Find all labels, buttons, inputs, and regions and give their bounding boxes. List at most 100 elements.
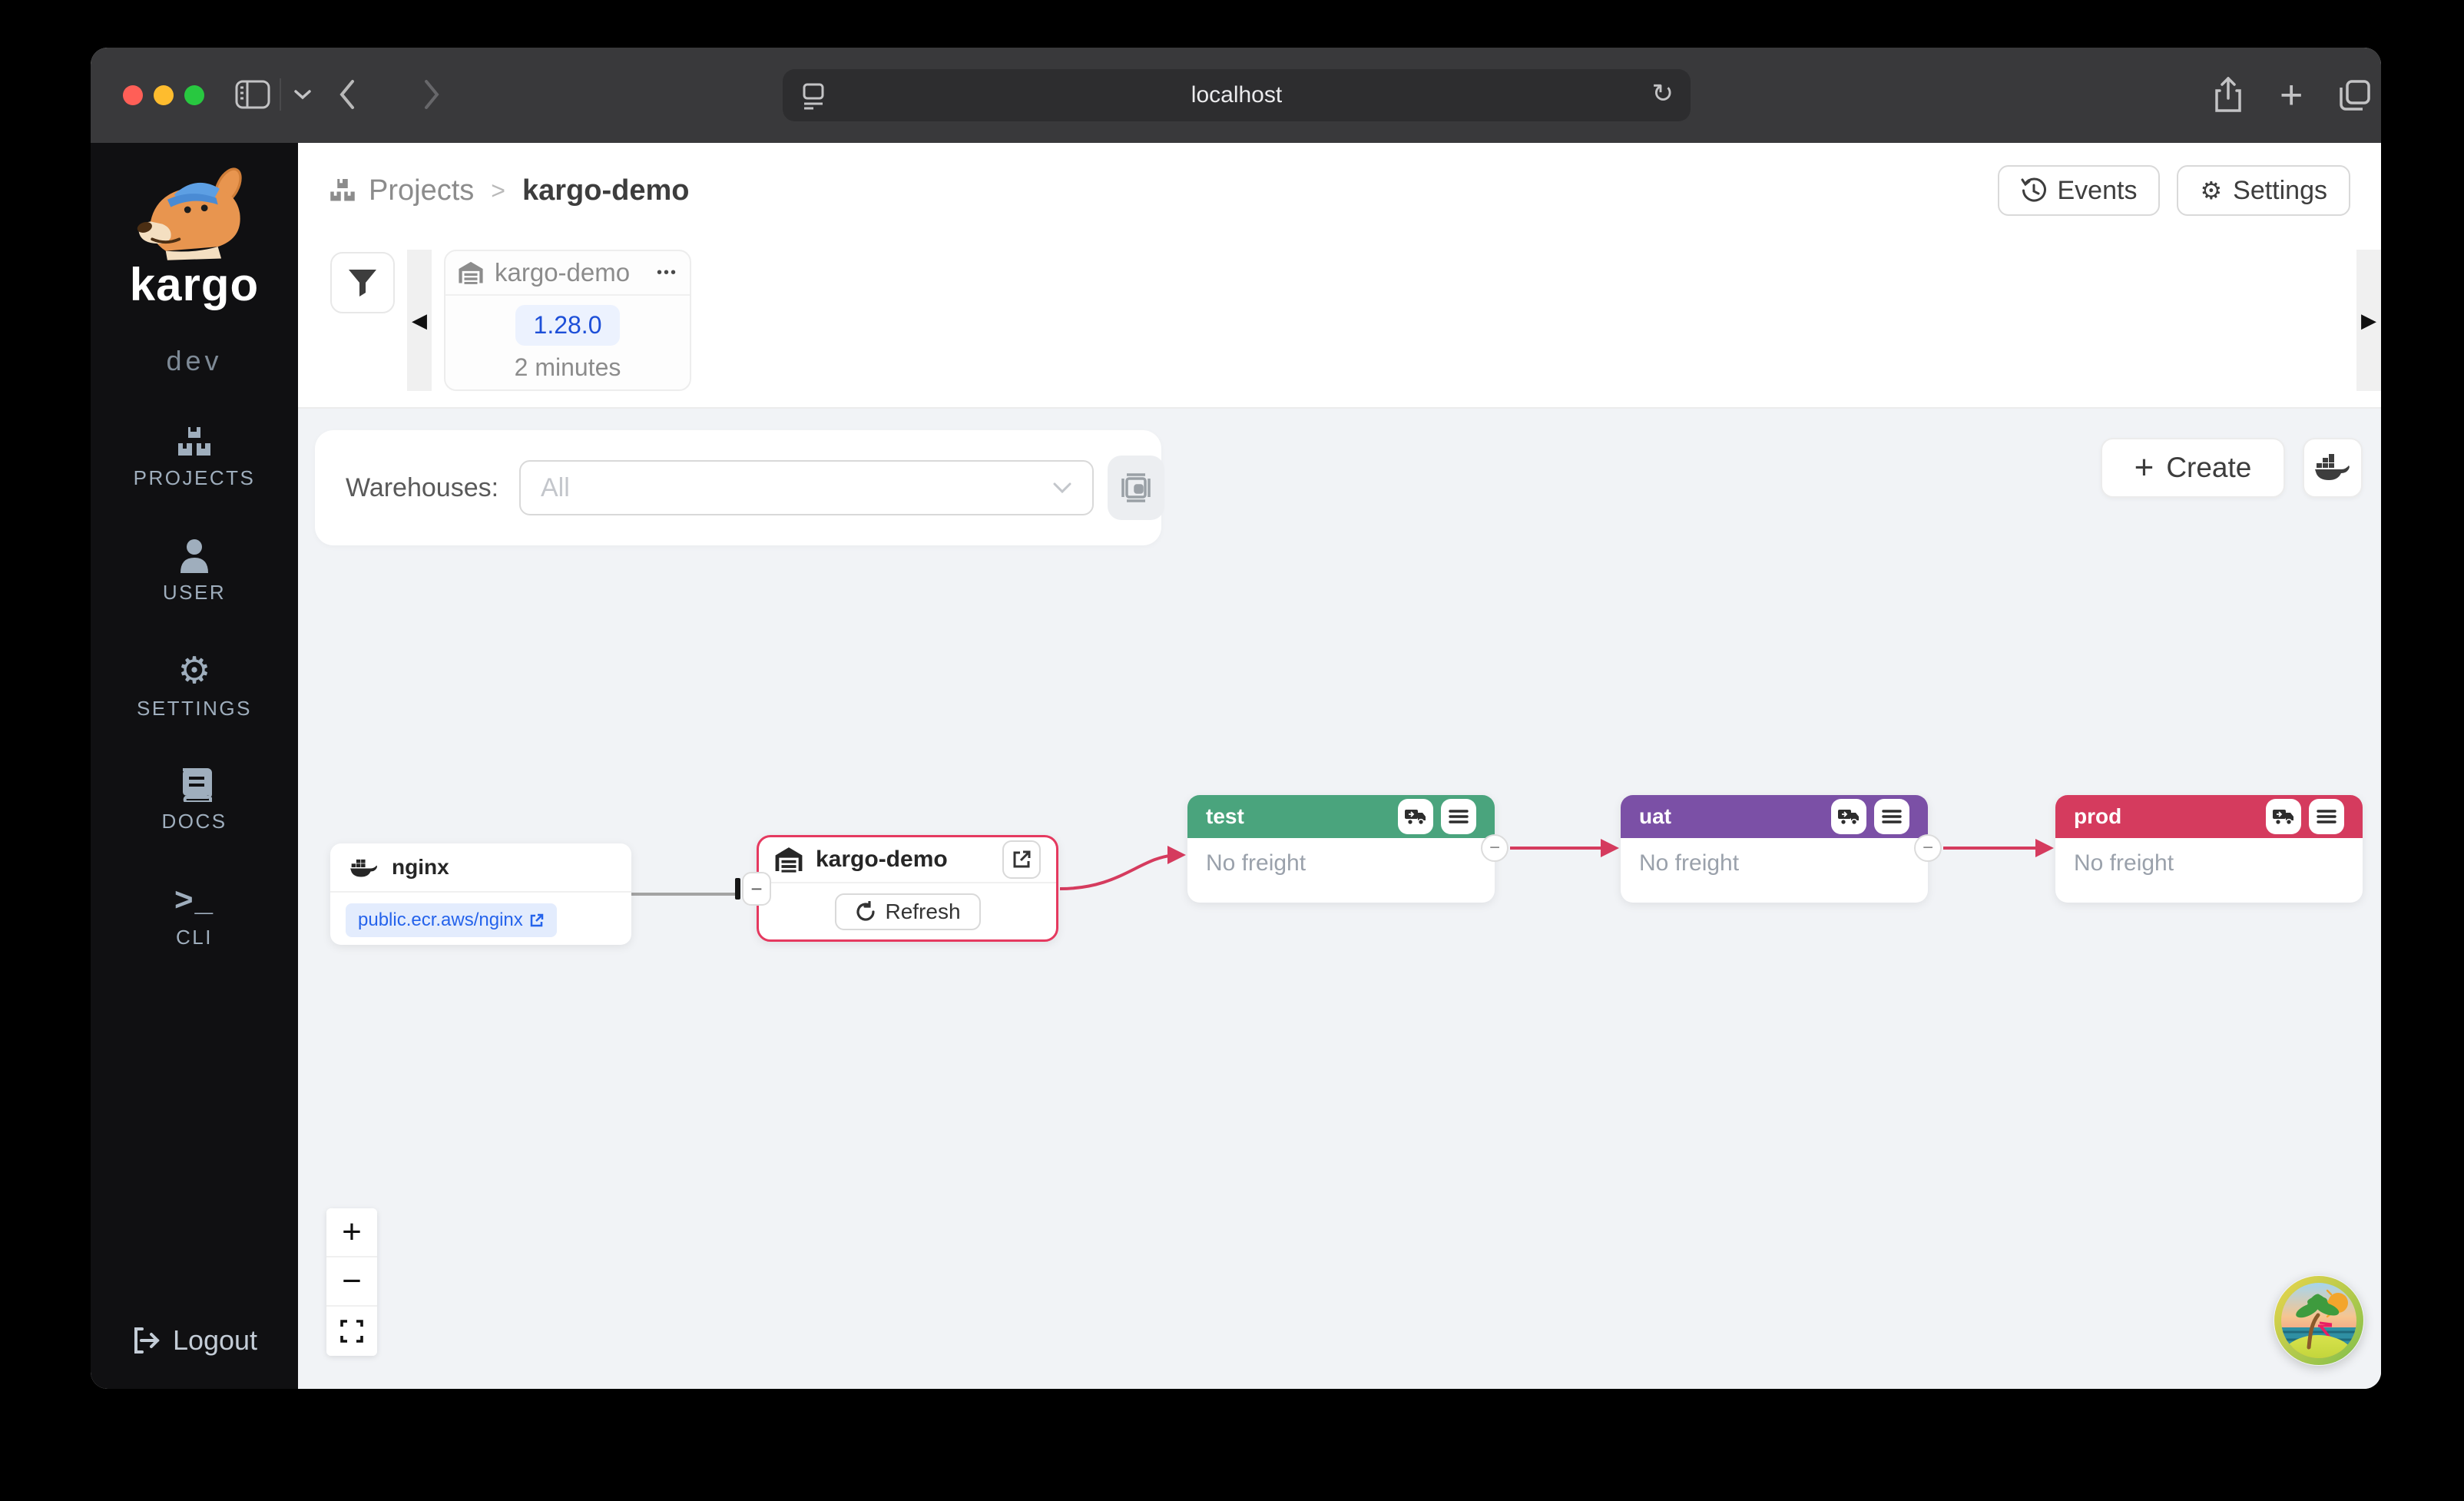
funnel-icon: [347, 268, 378, 297]
menu-icon: [2317, 809, 2336, 824]
stage-menu-button[interactable]: [1874, 799, 1909, 834]
gear-icon: ⚙: [177, 652, 210, 689]
external-link-icon: [529, 913, 545, 928]
stage-node-test[interactable]: test: [1187, 795, 1495, 903]
sidebar-item-cli[interactable]: >_ CLI: [174, 881, 214, 949]
main-content: Projects > kargo-demo Events ⚙ Settings: [298, 143, 2381, 1389]
repo-node-nginx[interactable]: nginx public.ecr.aws/nginx: [330, 843, 631, 945]
stage-header: uat: [1621, 795, 1928, 838]
logout-button[interactable]: Logout: [91, 1324, 298, 1357]
new-tab-icon[interactable]: +: [2280, 77, 2303, 114]
chevron-down-icon[interactable]: [293, 89, 312, 100]
stage-name: uat: [1639, 804, 1671, 829]
repo-node-header: nginx: [330, 843, 631, 893]
stage-node-uat[interactable]: uat: [1621, 795, 1928, 903]
promote-button[interactable]: [1831, 799, 1866, 834]
warehouse-node-title: kargo-demo: [816, 847, 948, 873]
kargo-wordmark: kargo: [130, 258, 259, 311]
sidebar-item-label: DOCS: [161, 810, 227, 833]
stage-node-prod[interactable]: prod: [2055, 795, 2363, 903]
share-icon[interactable]: [2214, 77, 2243, 114]
stage-freight-status: No freight: [1621, 838, 1928, 876]
collapse-stage-handle[interactable]: −: [1914, 834, 1942, 862]
warehouse-card-header: kargo-demo •••: [445, 251, 690, 296]
tab-overview-icon[interactable]: [2336, 77, 2373, 114]
pipeline-canvas[interactable]: Warehouses: All + Create: [298, 409, 2381, 1389]
sidebar-item-docs[interactable]: DOCS: [161, 768, 227, 833]
logout-label: Logout: [173, 1324, 257, 1357]
warehouse-timeline-card[interactable]: kargo-demo ••• 1.28.0 2 minutes: [444, 250, 691, 391]
events-label: Events: [2058, 176, 2138, 206]
address-bar[interactable]: localhost ↻: [783, 69, 1691, 121]
close-window-button[interactable]: [123, 85, 143, 105]
sidebar-item-settings[interactable]: ⚙ SETTINGS: [137, 652, 252, 721]
truck-icon: [2273, 808, 2294, 825]
history-icon: [2021, 177, 2047, 204]
stage-menu-button[interactable]: [2309, 799, 2344, 834]
stage-freight-status: No freight: [1187, 838, 1495, 876]
fullscreen-icon: [340, 1320, 363, 1343]
collapse-stage-handle[interactable]: −: [1481, 834, 1509, 862]
canvas-zoom-controls: + −: [326, 1208, 377, 1356]
breadcrumb: Projects > kargo-demo Events ⚙ Settings: [298, 143, 2381, 238]
zoom-out-button[interactable]: −: [326, 1257, 377, 1307]
settings-button[interactable]: ⚙ Settings: [2177, 165, 2350, 216]
promote-button[interactable]: [2266, 799, 2301, 834]
browser-window: localhost ↻ +: [91, 48, 2381, 1389]
settings-label: Settings: [2233, 176, 2327, 206]
reload-icon[interactable]: ↻: [1652, 78, 1674, 109]
minimize-window-button[interactable]: [154, 85, 174, 105]
docker-icon: [350, 857, 378, 878]
sidebar-item-label: CLI: [176, 926, 213, 949]
stage-name: prod: [2074, 804, 2121, 829]
stage-header: prod: [2055, 795, 2363, 838]
back-button[interactable]: [338, 78, 356, 111]
warehouse-node-header: kargo-demo: [759, 837, 1056, 883]
warehouse-card-title: kargo-demo: [495, 258, 630, 287]
browser-titlebar: localhost ↻ +: [91, 48, 2381, 143]
url-text: localhost: [1191, 82, 1282, 108]
card-menu-icon[interactable]: •••: [657, 264, 677, 282]
sidebar-item-label: SETTINGS: [137, 697, 252, 721]
freight-version-badge[interactable]: 1.28.0: [515, 305, 621, 346]
timeline-scroll-left[interactable]: ◀: [407, 250, 432, 391]
events-button[interactable]: Events: [1998, 165, 2161, 216]
repo-link[interactable]: public.ecr.aws/nginx: [346, 903, 557, 937]
zoom-in-button[interactable]: +: [326, 1208, 377, 1257]
refresh-button[interactable]: Refresh: [834, 893, 980, 930]
warehouse-node[interactable]: kargo-demo Refresh: [757, 835, 1058, 942]
forward-button[interactable]: [422, 78, 441, 111]
stage-freight-status: No freight: [2055, 838, 2363, 876]
repo-node-title: nginx: [392, 855, 449, 880]
sidebar-item-user[interactable]: USER: [163, 538, 226, 605]
sidebar-toggle-icon[interactable]: [235, 80, 270, 109]
open-warehouse-button[interactable]: [1002, 840, 1041, 879]
stage-name: test: [1206, 804, 1244, 829]
menu-icon: [1882, 809, 1902, 824]
terminal-icon: >_: [174, 881, 214, 918]
boxes-icon: [329, 177, 356, 204]
island-badge[interactable]: [2274, 1275, 2364, 1366]
breadcrumb-projects[interactable]: Projects: [369, 174, 474, 207]
sidebar-item-projects[interactable]: PROJECTS: [134, 425, 256, 490]
timeline-scroll-right[interactable]: ▶: [2356, 250, 2381, 391]
edge-endpoint: [735, 878, 740, 900]
promote-button[interactable]: [1398, 799, 1433, 834]
app-sidebar: kargo dev PROJECTS USER ⚙: [91, 143, 298, 1389]
warehouse-icon: [774, 847, 803, 873]
fit-view-button[interactable]: [326, 1307, 377, 1356]
page-format-icon[interactable]: [800, 81, 827, 111]
breadcrumb-separator: >: [491, 177, 505, 205]
filter-button[interactable]: [330, 252, 395, 313]
logout-icon: [131, 1326, 161, 1355]
freight-version-wrap: 1.28.0 2 minutes: [445, 296, 690, 382]
stage-header: test: [1187, 795, 1495, 838]
repo-link-text: public.ecr.aws/nginx: [358, 910, 523, 931]
zoom-window-button[interactable]: [184, 85, 204, 105]
titlebar-divider: [280, 78, 281, 111]
menu-icon: [1449, 809, 1469, 824]
stage-menu-button[interactable]: [1441, 799, 1476, 834]
collapse-warehouse-handle[interactable]: −: [742, 872, 771, 906]
book-icon: [177, 768, 212, 802]
kargo-logo: [127, 166, 262, 263]
